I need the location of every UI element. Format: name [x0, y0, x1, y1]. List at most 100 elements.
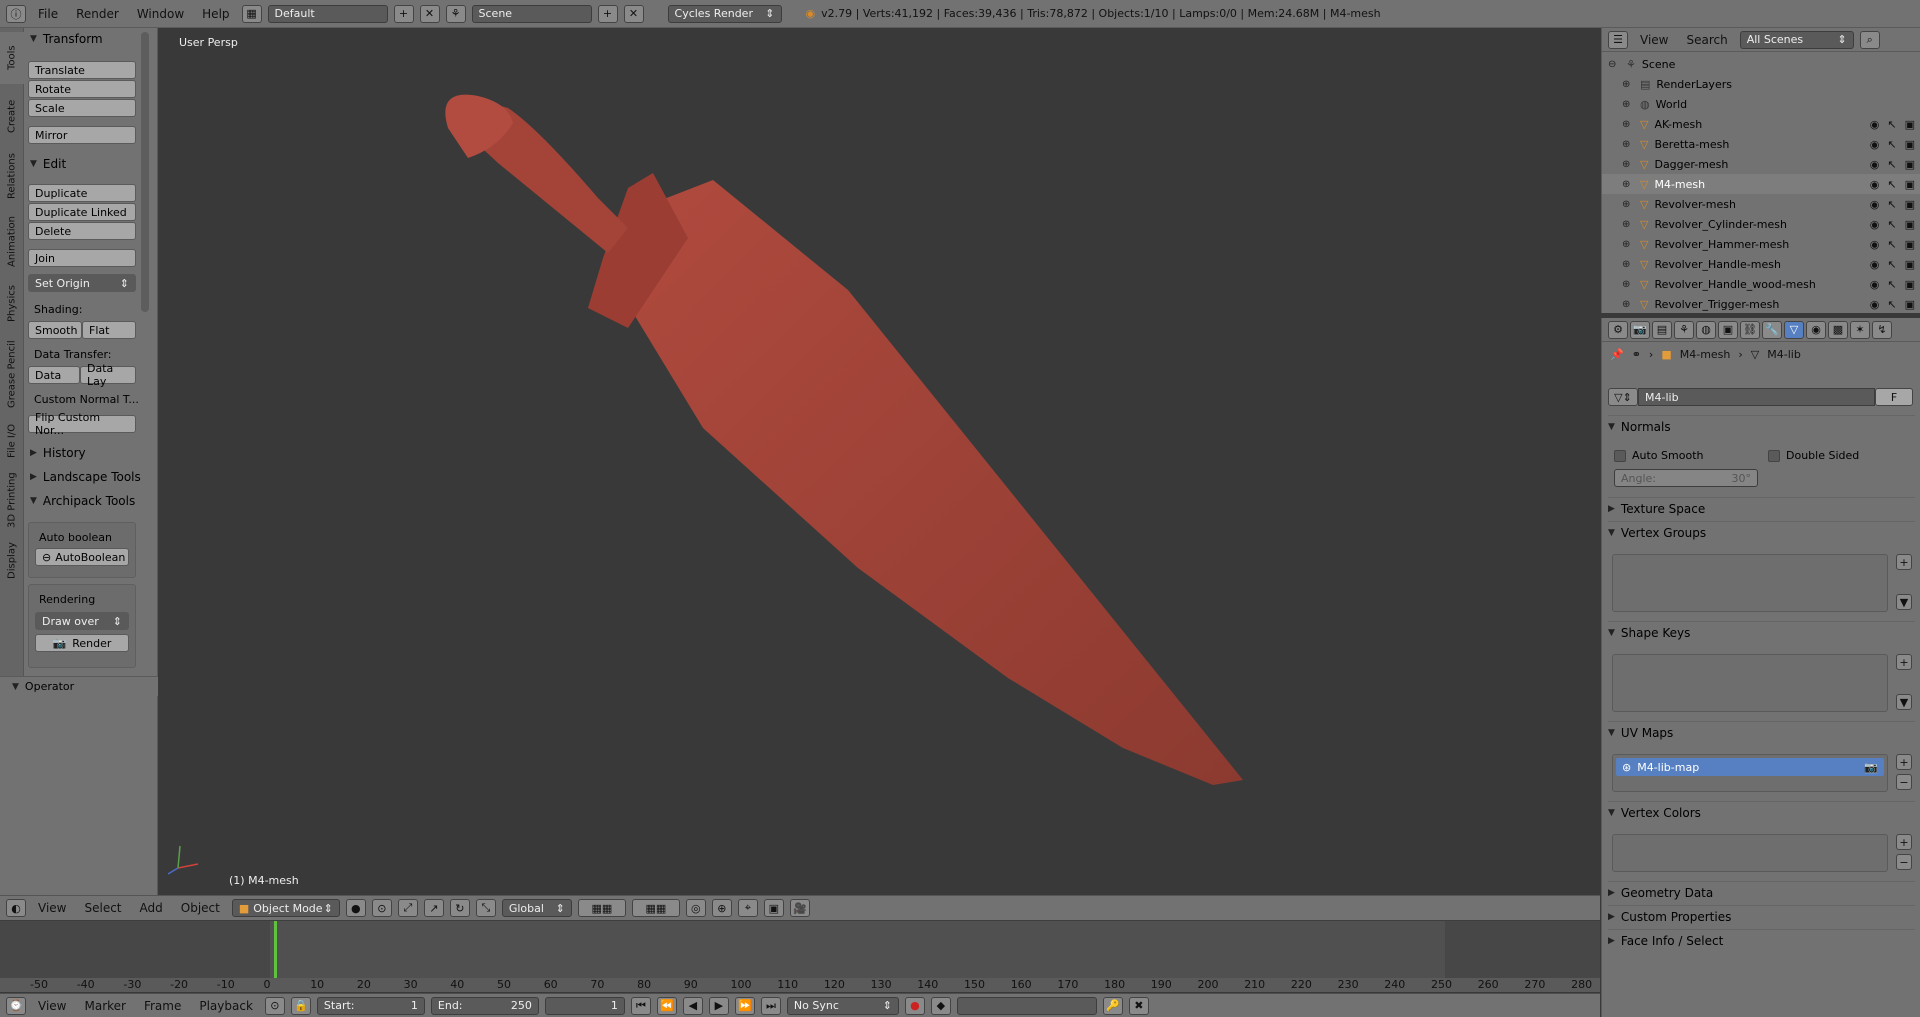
modifiers-tab-icon[interactable]: 🔧 [1762, 320, 1782, 339]
outliner-row[interactable]: ⊕ ▽ Revolver_Handle-mesh ◉ ↖ ▣ [1602, 254, 1920, 274]
geometry-data-header[interactable]: ▶ Geometry Data [1608, 881, 1915, 903]
remove-uv-map-icon[interactable]: − [1896, 774, 1912, 790]
eye-icon[interactable]: ◉ [1870, 158, 1880, 171]
outliner-row[interactable]: ⊕ ▽ Revolver_Handle_wood-mesh ◉ ↖ ▣ [1602, 274, 1920, 294]
add-layout-icon[interactable]: + [393, 4, 414, 23]
outliner-row[interactable]: ⊕ ▽ Revolver-mesh ◉ ↖ ▣ [1602, 194, 1920, 214]
eye-icon[interactable]: ◉ [1870, 198, 1880, 211]
start-frame-field[interactable]: Start: 1 [316, 996, 425, 1015]
tab-3d-printing[interactable]: 3D Printing [0, 468, 24, 532]
operator-header[interactable]: ▼ Operator [0, 676, 158, 696]
object-tab-icon[interactable]: ▣ [1718, 320, 1738, 339]
render-icon[interactable]: ▣ [1905, 118, 1915, 131]
vertex-colors-list[interactable] [1612, 834, 1888, 872]
menu-object[interactable]: Object [175, 901, 226, 915]
manipulator-icon[interactable]: ⤢ [397, 899, 418, 917]
keying-set-field[interactable] [956, 996, 1097, 1015]
vertex-groups-header[interactable]: ▼ Vertex Groups [1608, 521, 1915, 543]
add-scene-icon[interactable]: + [597, 4, 618, 23]
texture-tab-icon[interactable]: ▩ [1828, 320, 1848, 339]
render-engine-select[interactable]: Cycles Render ⇕ [667, 4, 782, 23]
info-editor-icon[interactable]: ⓘ [6, 4, 26, 23]
mesh-browse-icon[interactable]: ▽⇕ [1608, 388, 1638, 406]
menu-add[interactable]: Add [134, 901, 169, 915]
fake-user-button[interactable]: F [1875, 388, 1913, 406]
tab-file-io[interactable]: File I/O [0, 418, 24, 464]
cursor-icon[interactable]: ↖ [1887, 198, 1896, 211]
double-sided-checkbox[interactable]: Double Sided [1768, 449, 1859, 462]
add-shape-key-icon[interactable]: + [1896, 654, 1912, 670]
expand-toggle-icon[interactable]: ⊕ [1622, 279, 1634, 290]
delete-keyframe-icon[interactable]: ✖ [1128, 996, 1149, 1015]
jump-end-icon[interactable]: ⏭ [760, 996, 781, 1015]
add-uv-map-icon[interactable]: + [1896, 754, 1912, 770]
3d-viewport[interactable]: User Persp (1) M4-mesh [158, 28, 1601, 895]
outliner-row[interactable]: ⊕ ▽ Beretta-mesh ◉ ↖ ▣ [1602, 134, 1920, 154]
rotate-button[interactable]: Rotate [28, 80, 136, 98]
menu-outliner-search[interactable]: Search [1680, 33, 1733, 47]
render-tab-icon[interactable]: 📷 [1630, 320, 1650, 339]
flip-custom-normals-button[interactable]: Flip Custom Nor... [28, 411, 136, 437]
render-icon[interactable]: ▣ [1905, 238, 1915, 251]
scene-field[interactable]: Scene [471, 4, 592, 23]
menu-file[interactable]: File [32, 7, 64, 21]
eye-icon[interactable]: ◉ [1870, 138, 1880, 151]
eye-icon[interactable]: ◉ [1870, 238, 1880, 251]
frame-ruler[interactable]: -50 -40 -30 -20 -10 0 10 20 30 40 50 60 70 80 90 100 110… [0, 978, 1600, 992]
cursor-icon[interactable]: ↖ [1887, 178, 1896, 191]
shading-mode-icon[interactable]: ● [345, 899, 366, 917]
menu-outliner-view[interactable]: View [1634, 33, 1674, 47]
menu-window[interactable]: Window [131, 7, 190, 21]
eye-icon[interactable]: ◉ [1870, 278, 1880, 291]
timeline-area[interactable] [0, 920, 1600, 980]
current-frame-field[interactable]: 1 [544, 996, 625, 1015]
tab-grease-pencil[interactable]: Grease Pencil [0, 334, 24, 414]
render-icon[interactable]: ▣ [1905, 298, 1915, 311]
proportional-edit-icon[interactable]: ◎ [685, 899, 706, 917]
custom-properties-header[interactable]: ▶ Custom Properties [1608, 905, 1915, 927]
delete-button[interactable]: Delete [28, 222, 136, 240]
outliner-row[interactable]: ⊕ ▽ AK-mesh ◉ ↖ ▣ [1602, 114, 1920, 134]
cursor-icon[interactable]: ↖ [1887, 278, 1896, 291]
join-button[interactable]: Join [28, 249, 136, 267]
eye-icon[interactable]: ◉ [1870, 218, 1880, 231]
vertex-colors-header[interactable]: ▼ Vertex Colors [1608, 801, 1915, 823]
scene-tab-icon[interactable]: ⚘ [1674, 320, 1694, 339]
cursor-icon[interactable]: ↖ [1887, 138, 1896, 151]
archipack-tools-header[interactable]: ▼ Archipack Tools [30, 490, 135, 512]
outliner-editor-icon[interactable]: ☰ [1608, 30, 1628, 49]
add-vertex-color-icon[interactable]: + [1896, 834, 1912, 850]
jump-start-icon[interactable]: ⏮ [630, 996, 651, 1015]
outliner-filter-select[interactable]: All Scenes ⇕ [1739, 30, 1854, 49]
menu-frame[interactable]: Frame [138, 999, 187, 1013]
tab-relations[interactable]: Relations [0, 146, 24, 206]
snap-icon[interactable]: ⊕ [711, 899, 732, 917]
knife-object[interactable] [158, 28, 1601, 895]
menu-timeline-view[interactable]: View [32, 999, 72, 1013]
play-icon[interactable]: ▶ [708, 996, 729, 1015]
properties-editor-icon[interactable]: ⚙ [1608, 320, 1628, 339]
render-icon[interactable]: ▣ [1905, 138, 1915, 151]
outliner-row[interactable]: ⊕ ▽ M4-mesh ◉ ↖ ▣ [1602, 174, 1920, 194]
render-icon[interactable]: ▣ [1905, 178, 1915, 191]
render-preview-icon[interactable]: ▣ [763, 899, 784, 917]
outliner-row[interactable]: ⊕ ◍ World [1602, 94, 1920, 114]
set-origin-select[interactable]: Set Origin ⇕ [28, 274, 136, 292]
mirror-button[interactable]: Mirror [28, 126, 136, 144]
history-header[interactable]: ▶ History [30, 442, 86, 464]
outliner-row[interactable]: ⊖ ⚘ Scene [1602, 54, 1920, 74]
cursor-icon[interactable]: ↖ [1887, 298, 1896, 311]
next-keyframe-icon[interactable]: ⏩ [734, 996, 755, 1015]
play-reverse-icon[interactable]: ◀ [682, 996, 703, 1015]
autoboolean-button[interactable]: ⊖ AutoBoolean [35, 548, 129, 566]
layers-grid-icon[interactable]: ▦▦ [577, 899, 626, 917]
opengl-render-icon[interactable]: 🎥 [789, 899, 810, 917]
expand-toggle-icon[interactable]: ⊖ [1608, 59, 1620, 70]
pivot-point-icon[interactable]: ⊙ [371, 899, 392, 917]
expand-toggle-icon[interactable]: ⊕ [1622, 99, 1634, 110]
render-icon[interactable]: ▣ [1905, 258, 1915, 271]
flat-button[interactable]: Flat [82, 321, 136, 339]
render-icon[interactable]: ▣ [1905, 278, 1915, 291]
remove-vertex-color-icon[interactable]: − [1896, 854, 1912, 870]
auto-smooth-checkbox[interactable]: Auto Smooth [1614, 449, 1703, 462]
